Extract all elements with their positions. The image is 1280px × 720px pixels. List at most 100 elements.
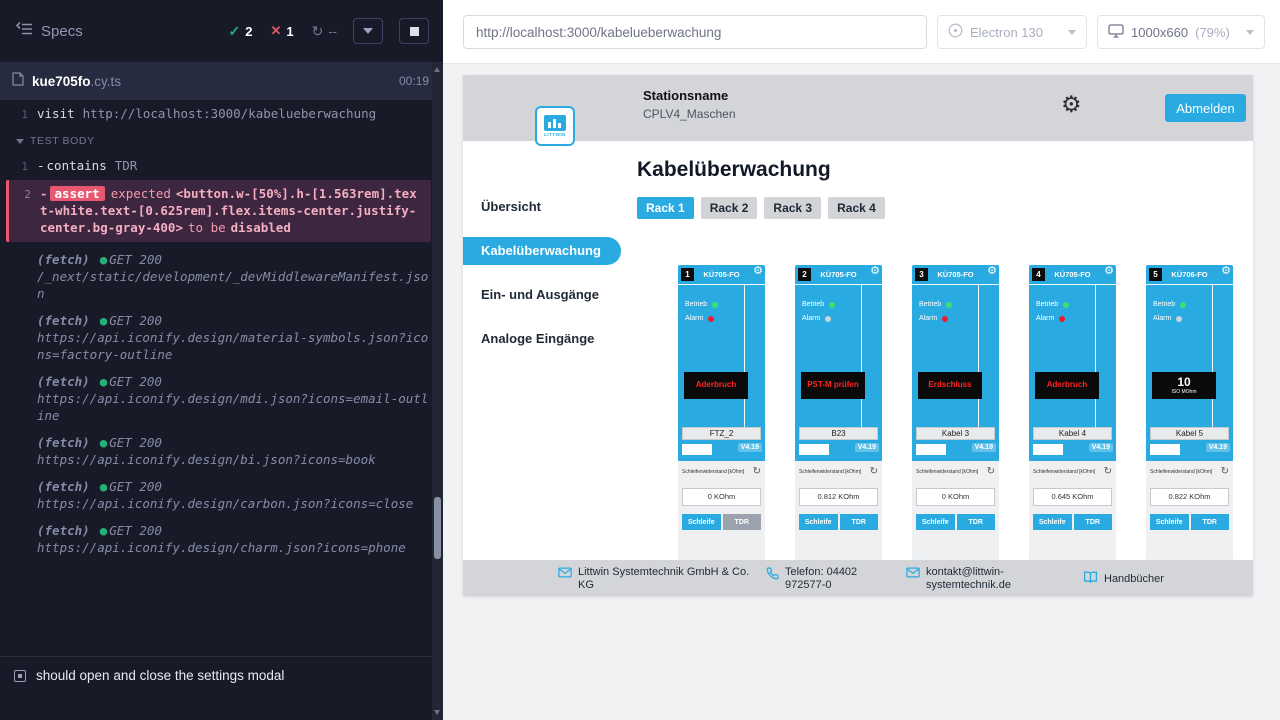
- x-icon: ✕: [270, 23, 281, 39]
- logout-button[interactable]: Abmelden: [1165, 94, 1246, 122]
- footer-phone: Telefon: 04402 972577-0: [766, 566, 897, 592]
- fetch-log-row[interactable]: (fetch)●GET 200 https://api.iconify.desi…: [6, 429, 431, 473]
- tdr-button[interactable]: TDR: [1074, 514, 1113, 530]
- stop-tests-button[interactable]: [399, 18, 429, 44]
- rack-tab[interactable]: Rack 2: [701, 197, 758, 219]
- failed-count: ✕1: [270, 23, 293, 39]
- scroll-up-icon[interactable]: [434, 67, 440, 72]
- rack-tab[interactable]: Rack 3: [764, 197, 821, 219]
- alarm-indicator: Alarm: [919, 315, 948, 322]
- fetch-log-row[interactable]: (fetch)●GET 200 https://api.iconify.desi…: [6, 473, 431, 517]
- spec-file-row[interactable]: kue705fo.cy.ts 00:19: [0, 62, 443, 100]
- refresh-icon[interactable]: ↻: [753, 467, 761, 477]
- command-log: 1 visithttp://localhost:3000/kabelueberw…: [0, 100, 443, 656]
- tdr-button[interactable]: TDR: [840, 514, 879, 530]
- fetch-log-list: (fetch)●GET 200 /_next/static/developmen…: [6, 246, 431, 561]
- measurement-panel: Schleifenwiderstand [kOhm] ↻ 0 KOhm Schl…: [912, 461, 999, 560]
- visit-command-row[interactable]: 1 visithttp://localhost:3000/kabelueberw…: [6, 102, 431, 126]
- sidebar-item[interactable]: Übersicht: [463, 193, 621, 221]
- browser-selector[interactable]: Electron 130: [937, 15, 1087, 49]
- footer-manuals-link[interactable]: Handbücher: [1083, 570, 1164, 588]
- failed-assert-row[interactable]: 2 assertexpected<button.w-[50%].h-[1.563…: [6, 180, 431, 242]
- fetch-log-body: (fetch)●GET 200 https://api.iconify.desi…: [37, 434, 431, 468]
- refresh-icon[interactable]: ↻: [1221, 467, 1229, 477]
- fetch-log-row[interactable]: (fetch)●GET 200 /_next/static/developmen…: [6, 246, 431, 307]
- device-card: 5 KÜ706-FO ⚙ Betrieb Alarm 10 ISO MOhm: [1146, 265, 1233, 560]
- resistance-label: Schleifenwiderstand [kOhm]: [1033, 469, 1095, 475]
- tdr-button[interactable]: TDR: [1191, 514, 1230, 530]
- test-body-section-header[interactable]: TEST BODY: [6, 126, 431, 154]
- card-gear-icon[interactable]: ⚙: [987, 266, 997, 277]
- tdr-button[interactable]: TDR: [957, 514, 996, 530]
- resistance-label: Schleifenwiderstand [kOhm]: [916, 469, 978, 475]
- sidebar-item[interactable]: Kabelüberwachung: [463, 237, 621, 265]
- fetch-log-row[interactable]: (fetch)●GET 200 https://api.iconify.desi…: [6, 517, 431, 561]
- betrieb-led-icon: [946, 302, 952, 308]
- card-gear-icon[interactable]: ⚙: [1221, 266, 1231, 277]
- factory-icon: [544, 115, 566, 131]
- fetch-log-row[interactable]: (fetch)●GET 200 https://api.iconify.desi…: [6, 307, 431, 368]
- contains-command-row[interactable]: 1 containsTDR: [6, 154, 431, 178]
- fetch-tag: (fetch): [37, 313, 90, 328]
- card-gear-icon[interactable]: ⚙: [870, 266, 880, 277]
- status-dot-icon: ●: [100, 374, 108, 389]
- firmware-version: V4.19: [972, 443, 996, 452]
- line-number: 1: [6, 157, 28, 175]
- footer-email: kontakt@littwin-systemtechnik.de: [906, 566, 1054, 592]
- sidebar-nav: Übersicht Kabelüberwachung Ein- und Ausg…: [463, 141, 621, 560]
- scroll-down-icon[interactable]: [434, 710, 440, 715]
- line-number: [6, 312, 28, 363]
- card-gear-icon[interactable]: ⚙: [1104, 266, 1114, 277]
- scrollbar-thumb[interactable]: [434, 497, 441, 559]
- station-value: CPLV4_Maschen: [643, 107, 736, 121]
- rack-tabs: Rack 1 Rack 2 Rack 3 Rack 4: [637, 197, 885, 219]
- refresh-icon[interactable]: ↻: [1104, 467, 1112, 477]
- firmware-version: V4.19: [738, 443, 762, 452]
- fetch-status: GET 200: [109, 435, 162, 450]
- pending-test-icon: [14, 670, 26, 682]
- card-title: KÜ705-FO: [692, 270, 751, 279]
- status-dot-icon: ●: [100, 523, 108, 538]
- schleife-button[interactable]: Schleife: [799, 514, 838, 530]
- collapse-all-button[interactable]: [353, 18, 383, 44]
- card-title: KÜ706-FO: [1160, 270, 1219, 279]
- card-gear-icon[interactable]: ⚙: [753, 266, 763, 277]
- phone-icon: [766, 567, 779, 584]
- schleife-button[interactable]: Schleife: [916, 514, 955, 530]
- chevron-down-icon: [1246, 30, 1254, 35]
- sidebar-item[interactable]: Ein- und Ausgänge: [463, 281, 621, 309]
- fetch-tag: (fetch): [37, 435, 90, 450]
- sidebar-item[interactable]: Analoge Eingänge: [463, 325, 621, 353]
- fetch-log-row[interactable]: (fetch)●GET 200 https://api.iconify.desi…: [6, 368, 431, 429]
- fetch-tag: (fetch): [37, 479, 90, 494]
- status-display: Aderbruch: [684, 372, 748, 399]
- betrieb-led-icon: [829, 302, 835, 308]
- alarm-indicator: Alarm: [1153, 315, 1182, 322]
- refresh-icon[interactable]: ↻: [870, 467, 878, 477]
- reporter-scrollbar[interactable]: [432, 62, 443, 720]
- fetch-tag: (fetch): [37, 374, 90, 389]
- littwin-logo: LITTWIN: [535, 106, 575, 146]
- refresh-icon[interactable]: ↻: [987, 467, 995, 477]
- tdr-button[interactable]: TDR: [723, 514, 762, 530]
- alarm-led-icon: [708, 316, 714, 322]
- specs-list-icon[interactable]: [16, 22, 33, 41]
- settings-gear-icon[interactable]: ⚙: [1061, 93, 1082, 116]
- fetch-url: https://api.iconify.design/carbon.json?i…: [37, 495, 431, 512]
- browser-name: Electron 130: [970, 25, 1043, 40]
- schleife-button[interactable]: Schleife: [682, 514, 721, 530]
- viewport-selector[interactable]: 1000x660 (79%): [1097, 15, 1265, 49]
- divider: [861, 284, 862, 427]
- rack-tab[interactable]: Rack 1: [637, 197, 694, 219]
- schleife-button[interactable]: Schleife: [1150, 514, 1189, 530]
- browser-toolbar: Electron 130 1000x660 (79%): [443, 0, 1280, 64]
- schleife-button[interactable]: Schleife: [1033, 514, 1072, 530]
- device-card: 4 KÜ705-FO ⚙ Betrieb Alarm Aderbruch: [1029, 265, 1116, 560]
- url-input[interactable]: [463, 15, 927, 49]
- status-unit: ISO MOhm: [1171, 389, 1196, 395]
- pending-test-row[interactable]: should open and close the settings modal: [0, 656, 443, 720]
- rack-tab[interactable]: Rack 4: [828, 197, 885, 219]
- main-content: Kabelüberwachung Rack 1 Rack 2 Rack 3 Ra…: [621, 141, 1253, 560]
- command-name: contains: [37, 158, 107, 173]
- status-dot-icon: ●: [100, 313, 108, 328]
